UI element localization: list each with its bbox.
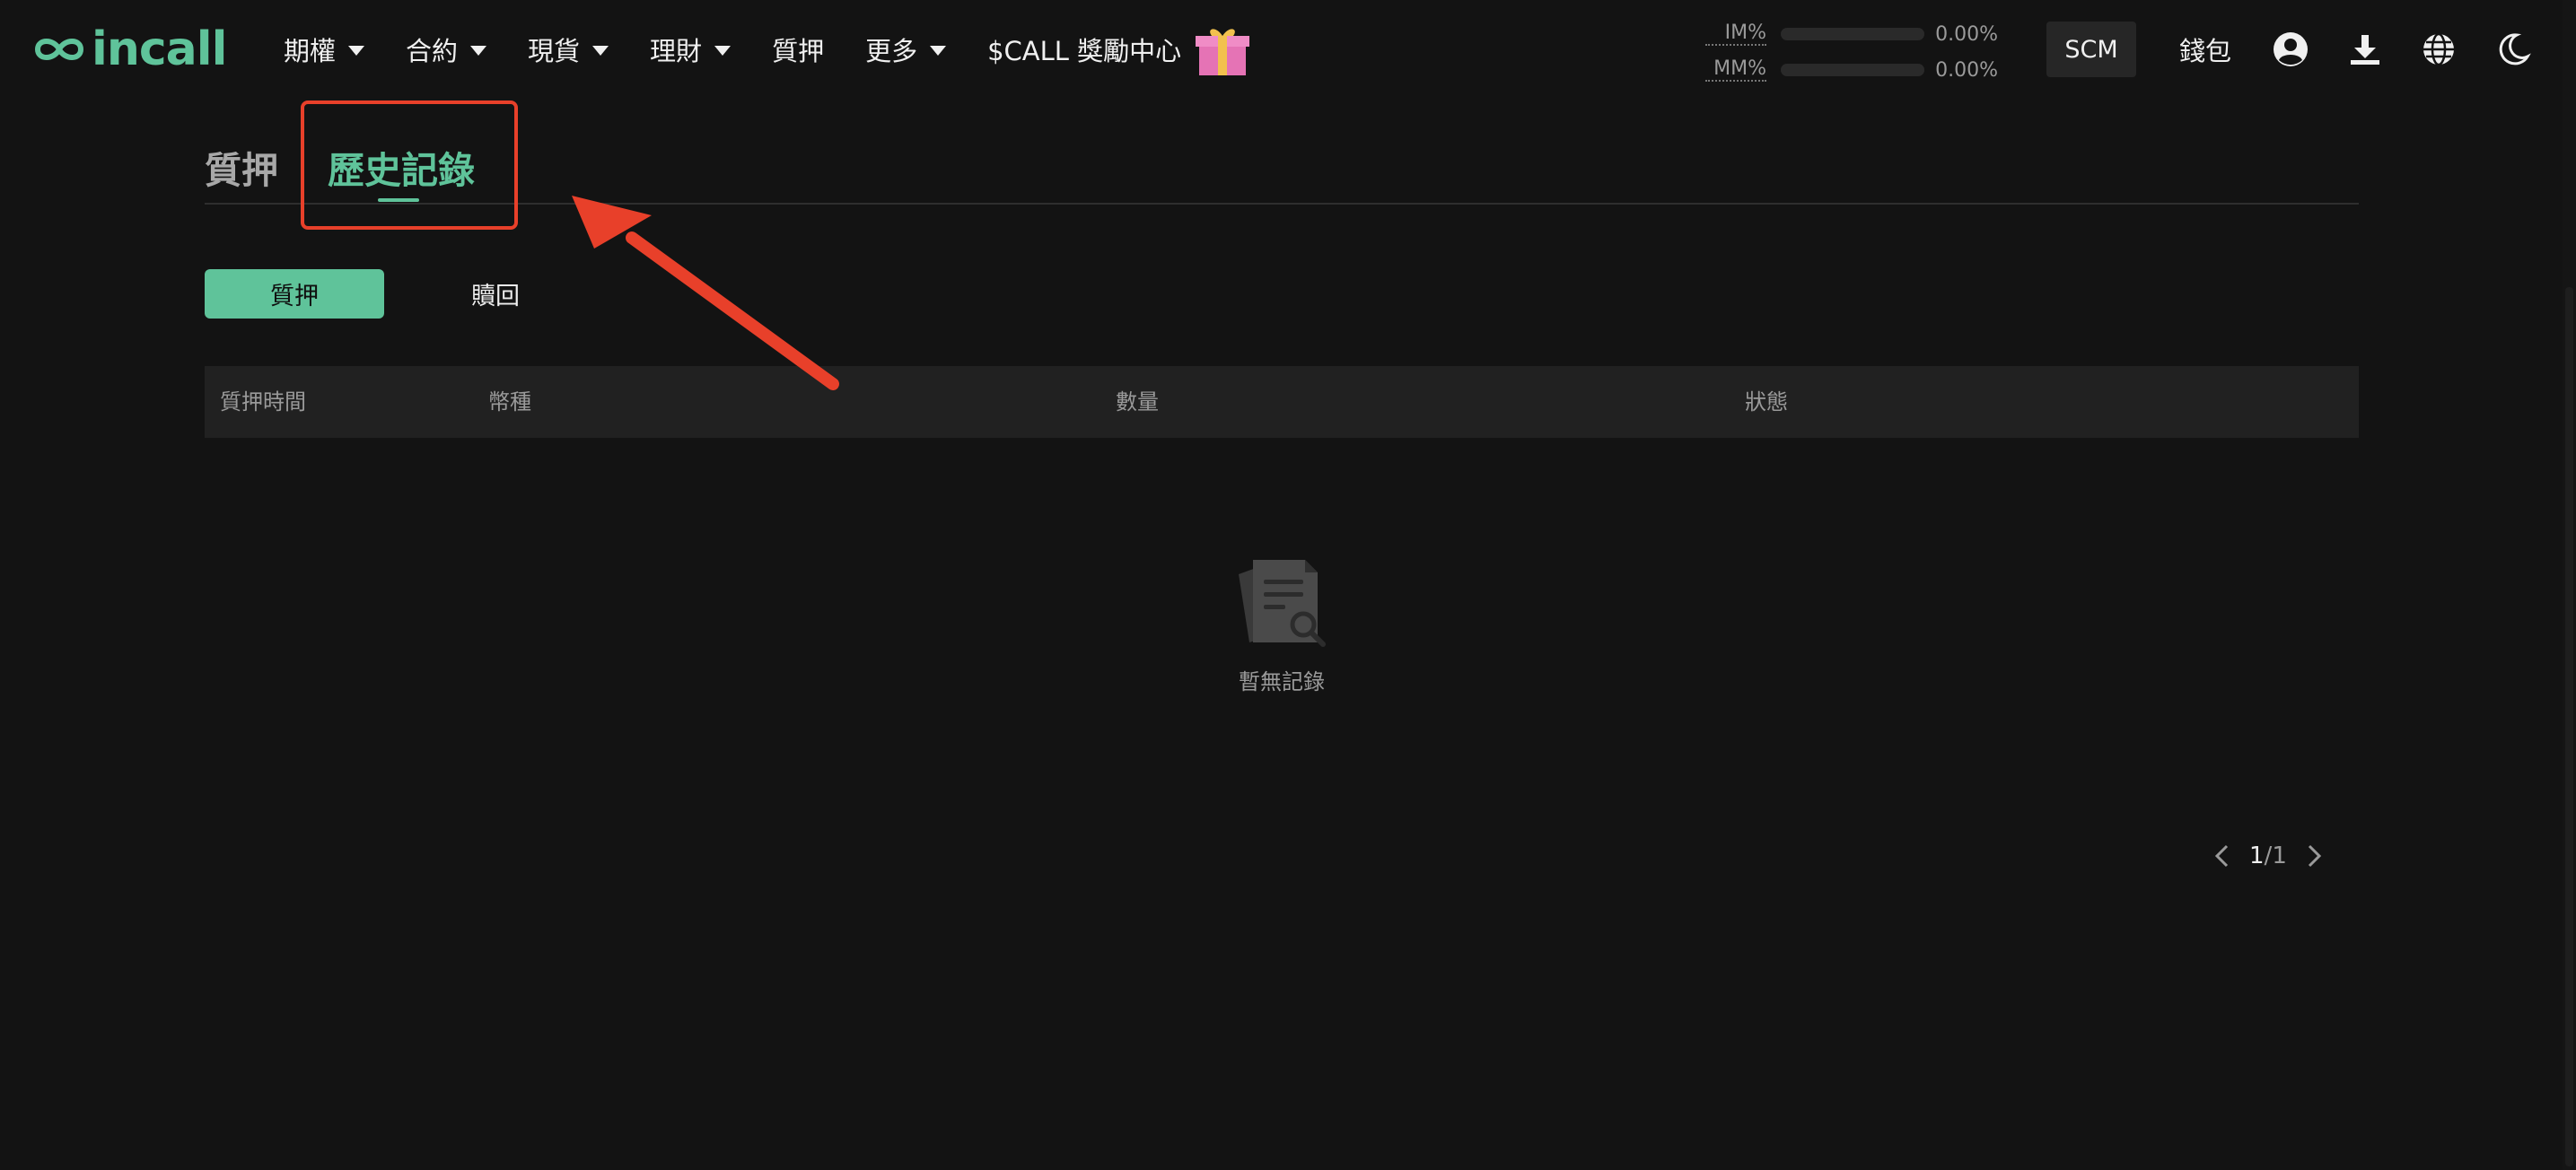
mm-row: MM% 0.00% bbox=[1705, 52, 1998, 88]
logo-text: incall bbox=[92, 22, 227, 76]
account-icon[interactable] bbox=[2273, 31, 2309, 67]
annotation-highlight-box bbox=[301, 100, 518, 230]
caret-down-icon bbox=[930, 45, 947, 56]
mm-value: 0.00% bbox=[1935, 58, 1998, 82]
current-page: 1 bbox=[2249, 843, 2265, 869]
im-label[interactable]: IM% bbox=[1705, 22, 1766, 46]
nav-futures[interactable]: 合約 bbox=[406, 31, 487, 68]
nav-spot-label: 現貨 bbox=[528, 36, 581, 66]
caret-down-icon bbox=[592, 45, 609, 56]
caret-down-icon bbox=[470, 45, 487, 56]
nav-options[interactable]: 期權 bbox=[284, 31, 365, 68]
nav-earn[interactable]: 理財 bbox=[650, 31, 732, 68]
coincall-logo[interactable]: incall bbox=[31, 22, 227, 77]
history-table-header: 質押時間 幣種 數量 狀態 bbox=[205, 366, 2359, 438]
pagination: 1/1 bbox=[2212, 838, 2325, 874]
globe-icon[interactable] bbox=[2421, 31, 2457, 67]
wallet-link[interactable]: 錢包 bbox=[2179, 0, 2231, 99]
caret-down-icon bbox=[348, 45, 365, 56]
chevron-right-icon[interactable] bbox=[2305, 843, 2325, 869]
infinity-logo-icon bbox=[34, 39, 84, 60]
margin-ratios: IM% 0.00% MM% 0.00% bbox=[1705, 16, 1998, 88]
segment-stake-button[interactable]: 質押 bbox=[205, 269, 384, 319]
nav-options-label: 期權 bbox=[284, 36, 337, 66]
page-indicator: 1/1 bbox=[2249, 843, 2287, 869]
nav-earn-label: 理財 bbox=[650, 36, 703, 66]
nav-rewards-label: $CALL 獎勵中心 bbox=[987, 36, 1182, 66]
nav-staking[interactable]: 質押 bbox=[772, 31, 824, 68]
nav-more-label: 更多 bbox=[865, 36, 918, 66]
column-stake-time: 質押時間 bbox=[220, 389, 306, 415]
column-amount: 數量 bbox=[1116, 389, 1159, 415]
chevron-left-icon[interactable] bbox=[2212, 843, 2231, 869]
mm-bar bbox=[1781, 64, 1924, 76]
scm-button[interactable]: SCM bbox=[2046, 22, 2136, 77]
total-pages: 1 bbox=[2272, 843, 2287, 869]
scrollbar-thumb[interactable] bbox=[2565, 287, 2573, 1166]
im-row: IM% 0.00% bbox=[1705, 16, 1998, 52]
nav-more[interactable]: 更多 bbox=[865, 31, 947, 68]
download-icon[interactable] bbox=[2347, 31, 2383, 67]
page-tabs: 質押 歷史記錄 bbox=[205, 99, 2359, 205]
top-navigation-bar: incall 期權 合約 現貨 理財 質押 更多 $CALL 獎勵中心 IM% … bbox=[0, 0, 2576, 99]
nav-futures-label: 合約 bbox=[406, 36, 459, 66]
gift-icon[interactable] bbox=[1194, 23, 1251, 77]
tab-staking[interactable]: 質押 bbox=[205, 140, 278, 194]
im-value: 0.00% bbox=[1935, 22, 1998, 46]
mm-label[interactable]: MM% bbox=[1705, 58, 1766, 82]
empty-document-search-icon bbox=[1239, 560, 1326, 647]
page-separator: / bbox=[2264, 843, 2273, 869]
caret-down-icon bbox=[714, 45, 732, 56]
nav-staking-label: 質押 bbox=[772, 36, 825, 66]
column-status: 狀態 bbox=[1745, 389, 1788, 415]
im-bar bbox=[1781, 28, 1924, 40]
column-currency: 幣種 bbox=[488, 389, 531, 415]
moon-icon[interactable] bbox=[2495, 31, 2531, 67]
segment-redeem-button[interactable]: 贖回 bbox=[420, 269, 571, 319]
nav-spot[interactable]: 現貨 bbox=[528, 31, 609, 68]
empty-state-text: 暫無記錄 bbox=[1239, 669, 1325, 694]
nav-rewards-center[interactable]: $CALL 獎勵中心 bbox=[987, 31, 1181, 68]
main-nav: 期權 合約 現貨 理財 質押 更多 $CALL 獎勵中心 bbox=[284, 0, 1222, 99]
